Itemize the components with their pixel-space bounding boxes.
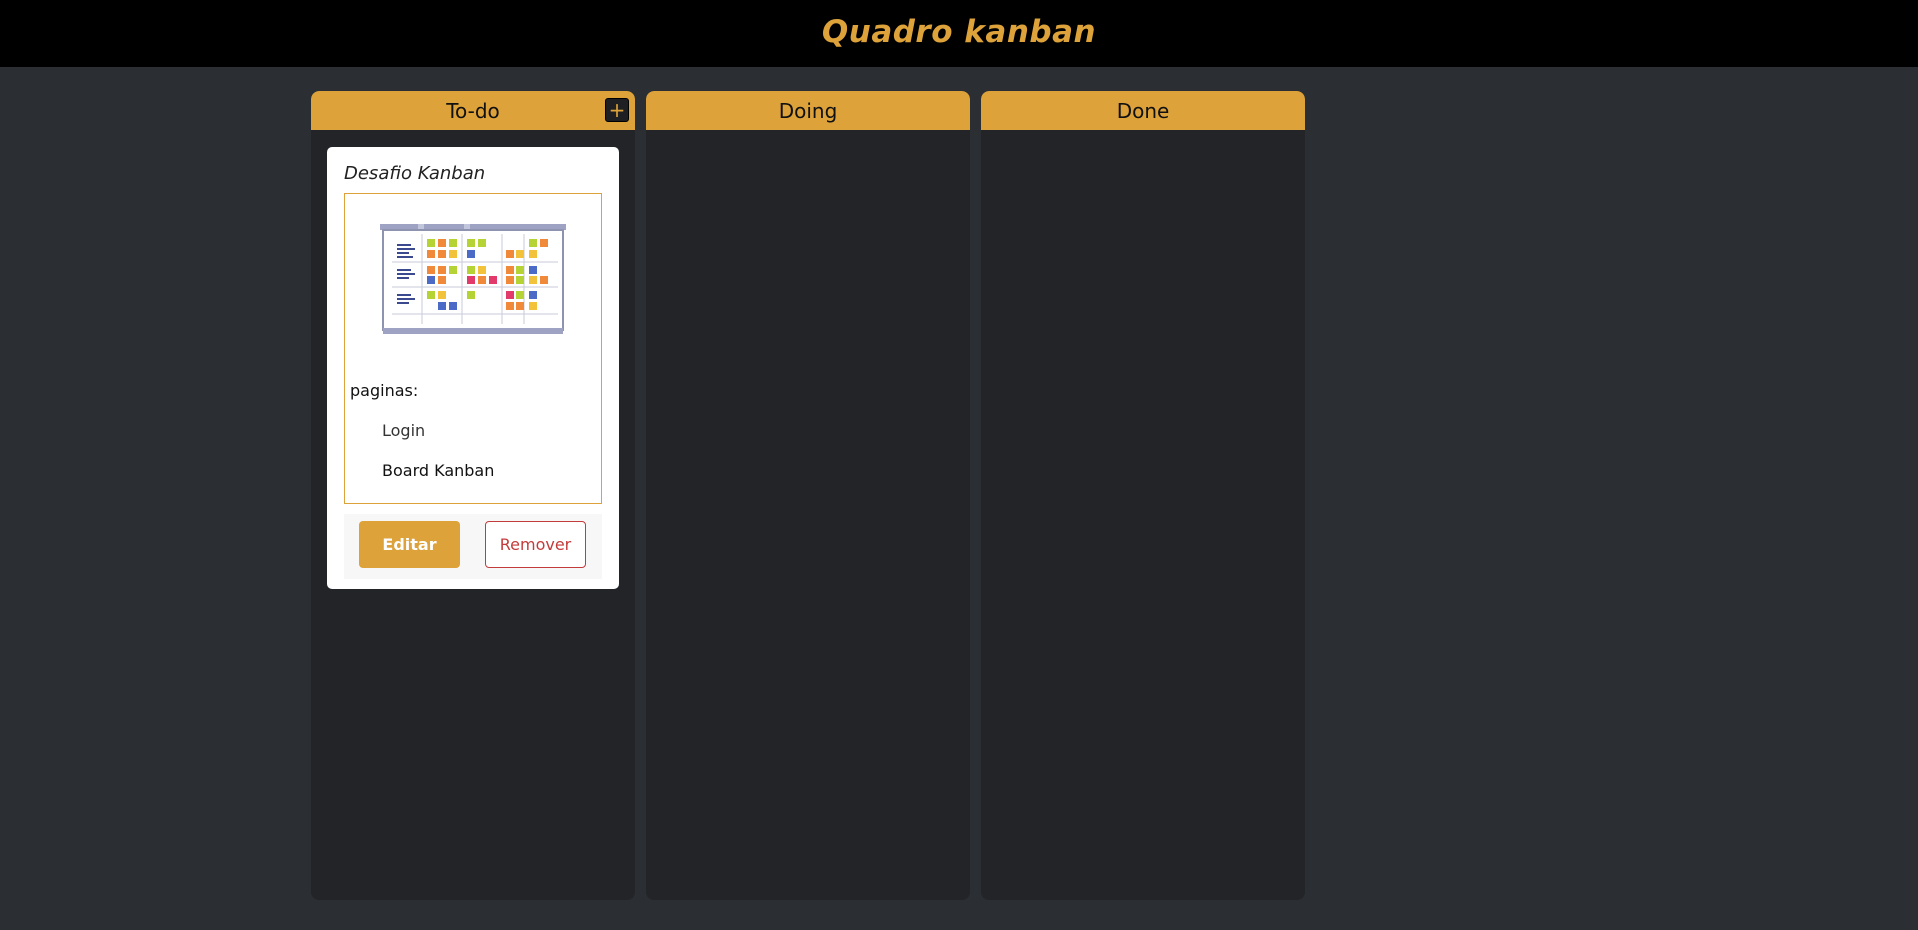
pages-label: paginas: [350, 381, 419, 400]
column-todo: To-do + Desafio Kanban paginas: Login Bo… [311, 91, 635, 900]
column-doing: Doing [646, 91, 970, 900]
kanban-board-illustration [380, 224, 566, 334]
column-header-todo: To-do + [311, 91, 635, 130]
app-title: Quadro kanban [821, 13, 1097, 50]
kanban-card[interactable]: Desafio Kanban paginas: Login Board Kanb… [327, 147, 619, 589]
column-title-doing: Doing [778, 98, 838, 123]
column-header-done: Done [981, 91, 1305, 130]
page-item-login: Login [382, 421, 426, 440]
add-card-button[interactable]: + [605, 98, 629, 122]
column-title-done: Done [1116, 98, 1170, 123]
kanban-board: To-do + Desafio Kanban paginas: Login Bo… [311, 91, 1305, 900]
card-body: paginas: Login Board Kanban [344, 193, 602, 504]
column-header-doing: Doing [646, 91, 970, 130]
column-done: Done [981, 91, 1305, 900]
card-actions: Editar Remover [344, 514, 602, 579]
top-bar: Quadro kanban [0, 0, 1918, 67]
card-title: Desafio Kanban [344, 163, 486, 184]
column-title-todo: To-do [446, 98, 500, 123]
page-item-board-kanban: Board Kanban [382, 461, 495, 480]
edit-button[interactable]: Editar [359, 521, 460, 568]
remove-button[interactable]: Remover [485, 521, 586, 568]
